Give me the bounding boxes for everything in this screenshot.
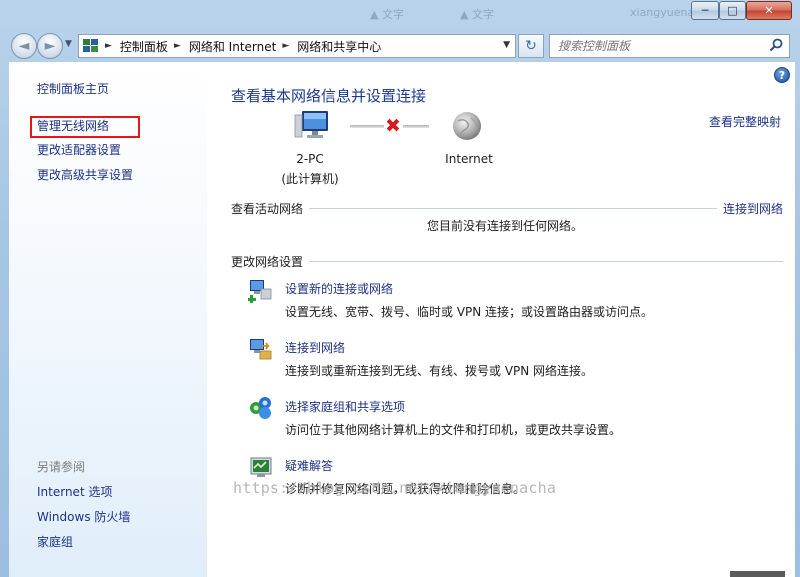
section-divider <box>309 207 717 209</box>
address-dropdown-icon[interactable]: ▼ <box>503 40 510 50</box>
breadcrumb-control-panel[interactable]: 控制面板 <box>120 38 168 55</box>
search-input[interactable] <box>550 35 760 57</box>
connect-to-network-task-link[interactable]: 连接到网络 <box>285 339 345 356</box>
breadcrumb-separator-icon[interactable]: ► <box>105 41 112 51</box>
internet-label: Internet <box>445 152 493 166</box>
connection-line <box>403 125 429 128</box>
broken-connection-icon[interactable]: ✖ <box>385 117 401 136</box>
title-bar: ▲ 文字 ▲ 文字 xiangyuenacha ─ □ ✕ <box>0 0 800 30</box>
title-ghost-text: ▲ 文字 <box>370 8 404 21</box>
change-settings-heading: 更改网络设置 <box>231 252 310 270</box>
breadcrumb-network-internet[interactable]: 网络和 Internet <box>189 38 276 55</box>
back-button[interactable]: ◄ <box>11 33 37 59</box>
task-pane: 控制面板主页 管理无线网络 更改适配器设置 更改高级共享设置 另请参阅 Inte… <box>9 62 207 577</box>
manage-wireless-networks-link[interactable]: 管理无线网络 <box>37 117 109 134</box>
maximize-button[interactable]: □ <box>719 1 746 20</box>
this-computer-label: (此计算机) <box>281 172 339 186</box>
troubleshoot-link[interactable]: 疑难解答 <box>285 457 333 474</box>
connect-to-network-desc: 连接到或重新连接到无线、有线、拨号或 VPN 网络连接。 <box>285 364 594 378</box>
bottom-edge-bar <box>730 571 785 577</box>
homegroup-sharing-link[interactable]: 选择家庭组和共享选项 <box>285 398 405 415</box>
breadcrumb-separator-icon[interactable]: ► <box>282 41 289 51</box>
no-connection-status: 您目前没有连接到任何网络。 <box>427 219 584 233</box>
active-networks-row: 查看活动网络 连接到网络 <box>231 199 783 217</box>
control-panel-icon <box>83 39 99 53</box>
minimize-button[interactable]: ─ <box>691 1 719 20</box>
internet-options-link[interactable]: Internet 选项 <box>37 483 112 500</box>
new-connection-icon[interactable] <box>247 277 274 303</box>
see-also-heading: 另请参阅 <box>37 460 86 474</box>
close-button[interactable]: ✕ <box>746 1 792 20</box>
help-icon[interactable]: ? <box>774 67 790 83</box>
search-icon[interactable] <box>769 38 783 52</box>
navigation-bar: ◄ ► ▼ ► 控制面板 ► 网络和 Internet ► 网络和共享中心 ▼ … <box>0 30 800 62</box>
change-settings-row: 更改网络设置 <box>231 252 783 270</box>
window-frame: ▲ 文字 ▲ 文字 xiangyuenacha ─ □ ✕ ◄ ► ▼ ► 控制… <box>0 0 800 577</box>
homegroup-link[interactable]: 家庭组 <box>37 533 73 550</box>
computer-icon[interactable] <box>294 109 330 143</box>
setup-new-connection-link[interactable]: 设置新的连接或网络 <box>285 280 393 297</box>
watermark: https://blog.csdn.net/xiangyuenacha <box>233 479 557 497</box>
page-title: 查看基本网络信息并设置连接 <box>231 87 427 105</box>
control-panel-home-link[interactable]: 控制面板主页 <box>37 80 109 97</box>
breadcrumb-network-sharing-center[interactable]: 网络和共享中心 <box>297 38 381 55</box>
computer-name-label: 2-PC <box>296 152 324 166</box>
setup-new-connection-desc: 设置无线、宽带、拨号、临时或 VPN 连接；或设置路由器或访问点。 <box>285 305 654 319</box>
title-ghost-text: ▲ 文字 <box>460 8 494 21</box>
breadcrumb-separator-icon[interactable]: ► <box>174 41 181 51</box>
refresh-button[interactable]: ↻ <box>518 34 544 58</box>
homegroup-sharing-desc: 访问位于其他网络计算机上的文件和打印机，或更改共享设置。 <box>285 423 622 437</box>
forward-button[interactable]: ► <box>37 33 63 59</box>
troubleshoot-icon[interactable] <box>248 454 274 480</box>
main-content: ? 查看基本网络信息并设置连接 查看完整映射 ✖ 2-PC (此计算机) Int… <box>207 62 795 577</box>
recent-pages-dropdown-icon[interactable]: ▼ <box>65 39 72 49</box>
search-box[interactable] <box>549 34 790 58</box>
change-adapter-settings-link[interactable]: 更改适配器设置 <box>37 141 121 158</box>
windows-firewall-link[interactable]: Windows 防火墙 <box>37 508 130 525</box>
active-networks-heading: 查看活动网络 <box>231 199 310 217</box>
see-full-map-link[interactable]: 查看完整映射 <box>709 113 781 130</box>
address-bar[interactable]: ► 控制面板 ► 网络和 Internet ► 网络和共享中心 ▼ <box>78 34 516 58</box>
connect-network-icon[interactable] <box>248 336 274 362</box>
section-divider <box>309 260 783 262</box>
connection-line <box>350 125 384 128</box>
homegroup-icon[interactable] <box>248 395 274 421</box>
connect-to-network-link[interactable]: 连接到网络 <box>717 200 783 217</box>
change-advanced-sharing-link[interactable]: 更改高级共享设置 <box>37 166 133 183</box>
internet-globe-icon[interactable] <box>451 110 483 142</box>
